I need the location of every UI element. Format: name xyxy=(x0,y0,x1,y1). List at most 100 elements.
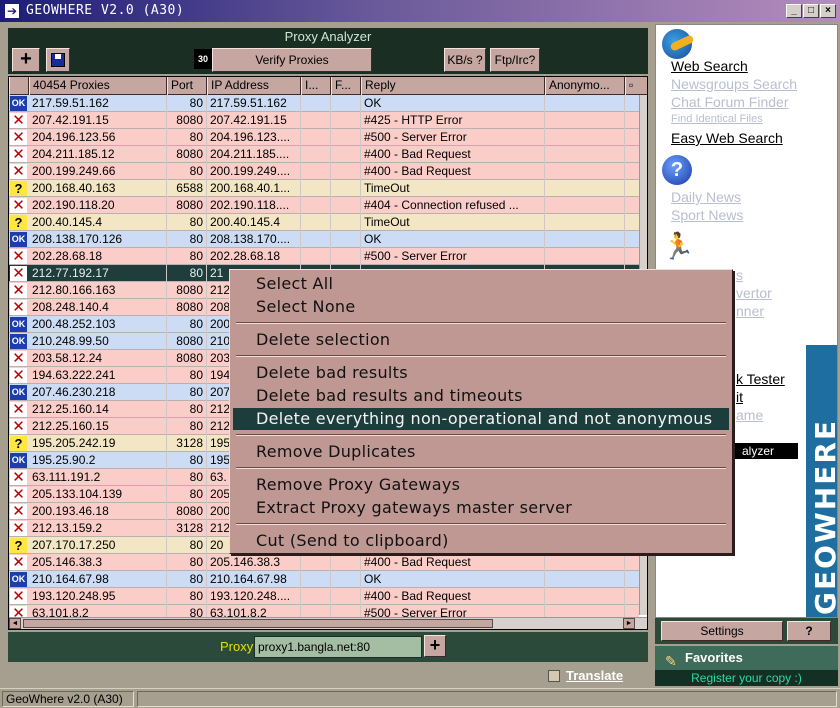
verify-proxies-button[interactable]: Verify Proxies xyxy=(212,48,372,72)
minimize-button[interactable]: _ xyxy=(786,4,802,18)
column-header-ip[interactable]: IP Address xyxy=(207,77,301,95)
table-row[interactable]: ✕ 200.199.249.66 80 200.199.249.... #400 - B… xyxy=(9,163,639,180)
sidebar-link-partial-3[interactable]: nner xyxy=(736,303,764,319)
column-header-icon[interactable] xyxy=(9,77,29,95)
proxy-add-button[interactable]: + xyxy=(424,635,446,657)
sidebar-link-partial-2[interactable]: vertor xyxy=(736,285,772,301)
sidebar-link-newsgroups-search[interactable]: Newsgroups Search xyxy=(671,76,797,92)
thread-count[interactable]: 30 xyxy=(194,49,212,69)
cell-proxy: 212.25.160.14 xyxy=(29,401,167,418)
menu-item-cut-send-to-clipboard[interactable]: Cut (Send to clipboard) xyxy=(233,530,729,552)
cell-ip: 200.199.249.... xyxy=(207,163,301,180)
cell-anonymous xyxy=(545,95,625,112)
cell-f xyxy=(331,197,361,214)
horizontal-scroll-thumb[interactable] xyxy=(23,619,493,628)
sidebar-link-daily-news[interactable]: Daily News xyxy=(671,189,741,205)
menu-separator xyxy=(236,467,726,469)
menu-item-extract-proxy-gateways-master-server[interactable]: Extract Proxy gateways master server xyxy=(233,497,729,519)
ftp-irc-button[interactable]: Ftp/Irc? xyxy=(490,48,540,72)
column-chooser-icon[interactable]: ▫ xyxy=(625,77,647,95)
table-row[interactable]: ✕ 205.146.38.3 80 205.146.38.3 #400 - Bad Re… xyxy=(9,554,639,571)
maximize-button[interactable]: □ xyxy=(803,4,819,18)
settings-button[interactable]: Settings xyxy=(661,621,783,641)
cell-proxy: 204.196.123.56 xyxy=(29,129,167,146)
scroll-right-icon[interactable]: ► xyxy=(623,618,635,629)
kbs-button[interactable]: KB/s ? xyxy=(444,48,486,72)
table-row[interactable]: ✕ 204.196.123.56 80 204.196.123.... #500 - S… xyxy=(9,129,639,146)
translate-link[interactable]: Translate xyxy=(566,668,623,683)
save-button[interactable] xyxy=(46,48,70,72)
column-header-f[interactable]: F... xyxy=(331,77,361,95)
cell-port: 8080 xyxy=(167,146,207,163)
menu-separator xyxy=(236,355,726,357)
sidebar-link-partial-5[interactable]: it xyxy=(736,389,743,405)
app-arrow-icon[interactable]: ➔ xyxy=(4,3,20,19)
menu-item-delete-selection[interactable]: Delete selection xyxy=(233,329,729,351)
cell-proxy: 208.138.170.126 xyxy=(29,231,167,248)
ok-status-icon: OK xyxy=(10,96,27,111)
cell-proxy: 200.48.252.103 xyxy=(29,316,167,333)
cell-f xyxy=(331,95,361,112)
sidebar-link-chat-forum-finder[interactable]: Chat Forum Finder xyxy=(671,94,788,110)
horizontal-scrollbar[interactable]: ◄ ► xyxy=(9,617,647,629)
cell-proxy: 207.170.17.250 xyxy=(29,537,167,554)
close-button[interactable]: × xyxy=(820,4,836,18)
sidebar-link-easy-web-search[interactable]: Easy Web Search xyxy=(671,130,783,146)
help-button[interactable]: ? xyxy=(787,621,831,641)
menu-item-remove-proxy-gateways[interactable]: Remove Proxy Gateways xyxy=(233,474,729,496)
sidebar-link-proxy-tester[interactable]: k Tester xyxy=(736,371,785,387)
cell-port: 8080 xyxy=(167,282,207,299)
menu-item-select-all[interactable]: Select All xyxy=(233,273,729,295)
cell-port: 80 xyxy=(167,95,207,112)
register-link[interactable]: Register your copy :) xyxy=(655,670,838,686)
cell-ip: 205.146.38.3 xyxy=(207,554,301,571)
scroll-left-icon[interactable]: ◄ xyxy=(9,618,21,629)
sidebar-link-partial-1[interactable]: s xyxy=(736,267,743,283)
table-row[interactable]: OK 217.59.51.162 80 217.59.51.162 OK xyxy=(9,95,639,112)
error-x-icon: ✕ xyxy=(10,555,27,570)
favorites-bar[interactable]: ✎ Favorites xyxy=(655,646,838,670)
menu-item-delete-everything-non-operational-and-not-anonymous[interactable]: Delete everything non-operational and no… xyxy=(233,408,729,430)
sidebar-item-proxy-analyzer[interactable]: alyzer xyxy=(734,443,798,459)
cell-f xyxy=(331,231,361,248)
table-row[interactable]: ✕ 202.190.118.20 8080 202.190.118.... #404 -… xyxy=(9,197,639,214)
cell-port: 80 xyxy=(167,401,207,418)
column-header-anonymous[interactable]: Anonymo... xyxy=(545,77,625,95)
table-row[interactable]: ? 200.40.145.4 80 200.40.145.4 TimeOut xyxy=(9,214,639,231)
table-row[interactable]: ? 200.168.40.163 6588 200.168.40.1... TimeOu… xyxy=(9,180,639,197)
sidebar-link-find-identical-files[interactable]: Find Identical Files xyxy=(671,113,763,125)
cell-f xyxy=(331,112,361,129)
cell-anonymous xyxy=(545,197,625,214)
cell-proxy: 200.40.145.4 xyxy=(29,214,167,231)
menu-item-remove-duplicates[interactable]: Remove Duplicates xyxy=(233,441,729,463)
column-header-i[interactable]: I... xyxy=(301,77,331,95)
menu-item-select-none[interactable]: Select None xyxy=(233,296,729,318)
add-proxy-button[interactable]: + xyxy=(12,48,40,72)
cell-f xyxy=(331,248,361,265)
table-row[interactable]: ✕ 193.120.248.95 80 193.120.248.... #400 - B… xyxy=(9,588,639,605)
table-row[interactable]: OK 210.164.67.98 80 210.164.67.98 OK xyxy=(9,571,639,588)
ok-status-icon: OK xyxy=(10,453,27,468)
table-row[interactable]: ✕ 204.211.185.12 8080 204.211.185.... #400 -… xyxy=(9,146,639,163)
menu-item-delete-bad-results-and-timeouts[interactable]: Delete bad results and timeouts xyxy=(233,385,729,407)
cell-port: 80 xyxy=(167,214,207,231)
error-x-icon: ✕ xyxy=(10,470,27,485)
column-header-reply[interactable]: Reply xyxy=(361,77,545,95)
table-row[interactable]: ✕ 202.28.68.18 80 202.28.68.18 #500 - Server… xyxy=(9,248,639,265)
cell-reply: #400 - Bad Request xyxy=(361,588,545,605)
column-header-port[interactable]: Port xyxy=(167,77,207,95)
cell-port: 80 xyxy=(167,367,207,384)
menu-item-delete-bad-results[interactable]: Delete bad results xyxy=(233,362,729,384)
error-x-icon: ✕ xyxy=(10,130,27,145)
table-row[interactable]: ✕ 207.42.191.15 8080 207.42.191.15 #425 - HT… xyxy=(9,112,639,129)
cell-proxy: 212.77.192.17 xyxy=(29,265,167,282)
sidebar-link-sport-news[interactable]: Sport News xyxy=(671,207,743,223)
cell-anonymous xyxy=(545,588,625,605)
cell-reply: #500 - Server Error xyxy=(361,248,545,265)
sidebar-link-web-search[interactable]: Web Search xyxy=(671,58,748,74)
translate-checkbox[interactable] xyxy=(548,670,560,682)
sidebar-link-partial-6[interactable]: ame xyxy=(736,407,763,423)
table-row[interactable]: OK 208.138.170.126 80 208.138.170.... OK xyxy=(9,231,639,248)
column-header-proxies[interactable]: 40454 Proxies xyxy=(29,77,167,95)
proxy-input[interactable]: proxy1.bangla.net:80 xyxy=(254,636,422,658)
